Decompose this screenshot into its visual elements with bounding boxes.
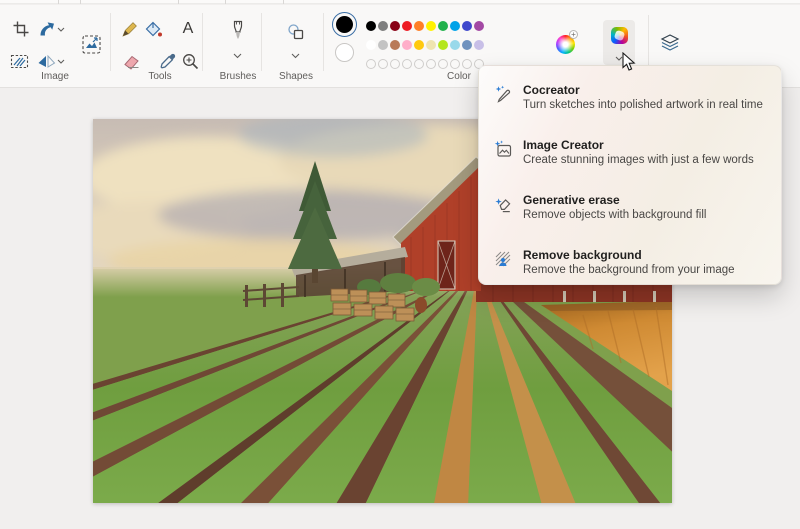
group-divider: [110, 13, 111, 71]
select-icon: [10, 53, 29, 70]
tools-group-label: Tools: [124, 71, 196, 82]
pencil-icon: [121, 20, 139, 38]
image-creator-icon: [494, 140, 512, 158]
color-swatch[interactable]: [402, 40, 412, 50]
eraser-button[interactable]: [120, 50, 142, 72]
color-picker-icon: [159, 52, 177, 70]
menu-item-subtitle: Remove the background from your image: [523, 263, 735, 277]
menu-item-text: Cocreator Turn sketches into polished ar…: [523, 83, 763, 112]
crop-icon: [12, 20, 30, 38]
color-swatch[interactable]: [414, 21, 424, 31]
menu-item-image-creator[interactable]: Image Creator Create stunning images wit…: [479, 126, 781, 181]
menu-item-text: Remove background Remove the background …: [523, 248, 735, 277]
color-swatch[interactable]: [378, 40, 388, 50]
menu-item-title: Cocreator: [523, 83, 763, 98]
brushes-dropdown-chevron[interactable]: [233, 52, 242, 59]
empty-color-slot[interactable]: [462, 59, 472, 69]
copilot-icon: [611, 27, 628, 44]
color-swatch[interactable]: [426, 40, 436, 50]
color-swatch[interactable]: [366, 40, 376, 50]
menu-item-subtitle: Remove objects with background fill: [523, 208, 706, 222]
resize-icon: [81, 34, 102, 55]
color-swatch[interactable]: [414, 40, 424, 50]
color-swatch[interactable]: [366, 21, 376, 31]
color-swatch[interactable]: [474, 40, 484, 50]
color-swatch[interactable]: [390, 40, 400, 50]
empty-color-slot[interactable]: [426, 59, 436, 69]
add-color-icon: +: [569, 30, 578, 39]
empty-color-slot[interactable]: [378, 59, 388, 69]
text-tool-icon: A: [183, 20, 194, 38]
group-divider: [648, 15, 649, 71]
mouse-cursor: [622, 52, 637, 77]
pencil-button[interactable]: [119, 18, 141, 40]
color-swatch[interactable]: [462, 21, 472, 31]
copilot-dropdown-menu: Cocreator Turn sketches into polished ar…: [478, 65, 782, 285]
flip-dropdown-chevron[interactable]: [56, 58, 65, 65]
magnifier-button[interactable]: [179, 50, 201, 72]
color-swatch[interactable]: [378, 21, 388, 31]
brush-icon: [229, 20, 247, 42]
color-swatch[interactable]: [450, 40, 460, 50]
cocreator-icon: [494, 85, 512, 103]
flip-button[interactable]: [35, 50, 57, 72]
empty-color-slot[interactable]: [438, 59, 448, 69]
color2-swatch[interactable]: [335, 43, 354, 62]
menu-item-title: Image Creator: [523, 138, 754, 153]
empty-color-slot[interactable]: [390, 59, 400, 69]
color-swatch[interactable]: [390, 21, 400, 31]
generative-erase-icon: [494, 195, 512, 213]
resize-button[interactable]: [80, 33, 102, 55]
rotate-button[interactable]: [35, 18, 57, 40]
group-divider: [202, 13, 203, 71]
layers-icon: [660, 33, 680, 53]
shapes-dropdown-chevron[interactable]: [291, 52, 300, 59]
color-swatch[interactable]: [426, 21, 436, 31]
menu-item-subtitle: Create stunning images with just a few w…: [523, 153, 754, 167]
color-picker-button[interactable]: [157, 50, 179, 72]
menu-item-remove-background[interactable]: Remove background Remove the background …: [479, 236, 781, 291]
color-swatch[interactable]: [450, 21, 460, 31]
clipped-menu-row: [0, 0, 800, 4]
brushes-button[interactable]: [227, 20, 249, 42]
menu-item-cocreator[interactable]: Cocreator Turn sketches into polished ar…: [479, 71, 781, 126]
empty-color-slot[interactable]: [450, 59, 460, 69]
select-button[interactable]: [8, 50, 30, 72]
color-swatch[interactable]: [438, 21, 448, 31]
shapes-icon: [286, 22, 306, 42]
menu-item-title: Remove background: [523, 248, 735, 263]
paint-window: Image A: [0, 0, 800, 529]
color-swatch[interactable]: [462, 40, 472, 50]
group-divider: [323, 13, 324, 71]
group-divider: [261, 13, 262, 71]
remove-background-icon: [494, 250, 512, 268]
text-tool-button[interactable]: A: [177, 18, 199, 40]
menu-item-subtitle: Turn sketches into polished artwork in r…: [523, 98, 763, 112]
shapes-button[interactable]: [285, 21, 307, 43]
color1-swatch: [336, 16, 353, 33]
color-swatch[interactable]: [402, 21, 412, 31]
magnifier-icon: [181, 52, 200, 71]
shapes-group-label: Shapes: [260, 71, 332, 82]
empty-color-slot[interactable]: [366, 59, 376, 69]
flip-icon: [37, 52, 56, 71]
menu-item-text: Generative erase Remove objects with bac…: [523, 193, 706, 222]
rotate-dropdown-chevron[interactable]: [56, 26, 65, 33]
fill-icon: [144, 20, 163, 39]
color-swatch[interactable]: [438, 40, 448, 50]
menu-item-generative-erase[interactable]: Generative erase Remove objects with bac…: [479, 181, 781, 236]
menu-item-text: Image Creator Create stunning images wit…: [523, 138, 754, 167]
menu-item-title: Generative erase: [523, 193, 706, 208]
color1-selected[interactable]: [332, 12, 357, 37]
empty-color-slot[interactable]: [402, 59, 412, 69]
eraser-icon: [122, 52, 141, 71]
empty-color-slot[interactable]: [414, 59, 424, 69]
image-group-label: Image: [19, 71, 91, 82]
color-swatch[interactable]: [474, 21, 484, 31]
rotate-icon: [37, 20, 56, 39]
crop-button[interactable]: [10, 18, 32, 40]
fill-button[interactable]: [142, 18, 164, 40]
layers-button[interactable]: [659, 32, 681, 54]
